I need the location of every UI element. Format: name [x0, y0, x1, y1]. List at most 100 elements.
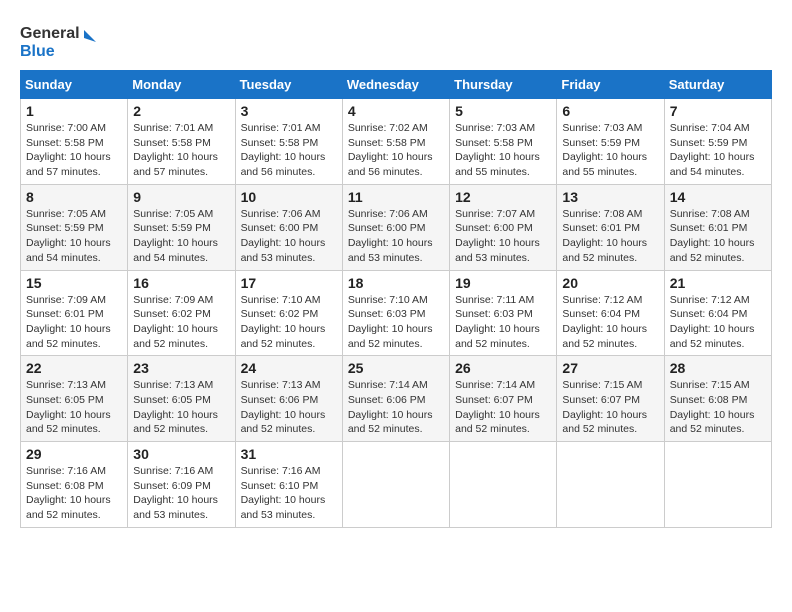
day-info: Sunrise: 7:16 AMSunset: 6:08 PMDaylight:… [26, 464, 122, 523]
day-number: 18 [348, 275, 444, 291]
day-number: 1 [26, 103, 122, 119]
day-number: 12 [455, 189, 551, 205]
day-info: Sunrise: 7:03 AMSunset: 5:58 PMDaylight:… [455, 121, 551, 180]
day-number: 26 [455, 360, 551, 376]
day-number: 16 [133, 275, 229, 291]
calendar-cell: 29 Sunrise: 7:16 AMSunset: 6:08 PMDayligh… [21, 442, 128, 528]
calendar-cell: 26 Sunrise: 7:14 AMSunset: 6:07 PMDayligh… [450, 356, 557, 442]
calendar-table: SundayMondayTuesdayWednesdayThursdayFrid… [20, 70, 772, 528]
calendar-week-3: 15 Sunrise: 7:09 AMSunset: 6:01 PMDayligh… [21, 270, 772, 356]
day-number: 14 [670, 189, 766, 205]
day-info: Sunrise: 7:06 AMSunset: 6:00 PMDaylight:… [241, 207, 337, 266]
day-number: 23 [133, 360, 229, 376]
day-number: 30 [133, 446, 229, 462]
calendar-cell: 5Sunrise: 7:03 AMSunset: 5:58 PMDaylight… [450, 99, 557, 185]
day-info: Sunrise: 7:15 AMSunset: 6:08 PMDaylight:… [670, 378, 766, 437]
col-header-saturday: Saturday [664, 71, 771, 99]
calendar-cell: 24 Sunrise: 7:13 AMSunset: 6:06 PMDayligh… [235, 356, 342, 442]
day-number: 24 [241, 360, 337, 376]
col-header-thursday: Thursday [450, 71, 557, 99]
day-info: Sunrise: 7:02 AMSunset: 5:58 PMDaylight:… [348, 121, 444, 180]
calendar-cell: 30Sunrise: 7:16 AMSunset: 6:09 PMDayligh… [128, 442, 235, 528]
calendar-cell: 13Sunrise: 7:08 AMSunset: 6:01 PMDayligh… [557, 184, 664, 270]
col-header-wednesday: Wednesday [342, 71, 449, 99]
calendar-cell: 9 Sunrise: 7:05 AMSunset: 5:59 PMDaylight… [128, 184, 235, 270]
day-number: 17 [241, 275, 337, 291]
page-header: GeneralBlue [20, 20, 772, 60]
calendar-cell: 19 Sunrise: 7:11 AMSunset: 6:03 PMDayligh… [450, 270, 557, 356]
calendar-week-4: 22Sunrise: 7:13 AMSunset: 6:05 PMDayligh… [21, 356, 772, 442]
calendar-cell [342, 442, 449, 528]
day-info: Sunrise: 7:13 AMSunset: 6:05 PMDaylight:… [133, 378, 229, 437]
calendar-cell: 17 Sunrise: 7:10 AMSunset: 6:02 PMDayligh… [235, 270, 342, 356]
calendar-cell: 10 Sunrise: 7:06 AMSunset: 6:00 PMDayligh… [235, 184, 342, 270]
col-header-friday: Friday [557, 71, 664, 99]
calendar-cell: 23 Sunrise: 7:13 AMSunset: 6:05 PMDayligh… [128, 356, 235, 442]
calendar-cell: 11Sunrise: 7:06 AMSunset: 6:00 PMDayligh… [342, 184, 449, 270]
day-info: Sunrise: 7:11 AMSunset: 6:03 PMDaylight:… [455, 293, 551, 352]
day-number: 8 [26, 189, 122, 205]
day-number: 10 [241, 189, 337, 205]
day-info: Sunrise: 7:09 AMSunset: 6:02 PMDaylight:… [133, 293, 229, 352]
day-number: 15 [26, 275, 122, 291]
day-info: Sunrise: 7:14 AMSunset: 6:07 PMDaylight:… [455, 378, 551, 437]
day-number: 6 [562, 103, 658, 119]
day-info: Sunrise: 7:08 AMSunset: 6:01 PMDaylight:… [670, 207, 766, 266]
calendar-cell: 14 Sunrise: 7:08 AMSunset: 6:01 PMDayligh… [664, 184, 771, 270]
calendar-cell: 2 Sunrise: 7:01 AMSunset: 5:58 PMDaylight… [128, 99, 235, 185]
day-info: Sunrise: 7:09 AMSunset: 6:01 PMDaylight:… [26, 293, 122, 352]
calendar-cell [664, 442, 771, 528]
calendar-cell: 18 Sunrise: 7:10 AMSunset: 6:03 PMDayligh… [342, 270, 449, 356]
svg-text:General: General [20, 25, 80, 42]
day-info: Sunrise: 7:01 AMSunset: 5:58 PMDaylight:… [241, 121, 337, 180]
calendar-week-2: 8 Sunrise: 7:05 AMSunset: 5:59 PMDaylight… [21, 184, 772, 270]
col-header-sunday: Sunday [21, 71, 128, 99]
col-header-monday: Monday [128, 71, 235, 99]
day-info: Sunrise: 7:08 AMSunset: 6:01 PMDaylight:… [562, 207, 658, 266]
calendar-cell: 6Sunrise: 7:03 AMSunset: 5:59 PMDaylight… [557, 99, 664, 185]
calendar-cell: 28 Sunrise: 7:15 AMSunset: 6:08 PMDayligh… [664, 356, 771, 442]
day-number: 3 [241, 103, 337, 119]
day-number: 2 [133, 103, 229, 119]
day-info: Sunrise: 7:14 AMSunset: 6:06 PMDaylight:… [348, 378, 444, 437]
calendar-cell: 3 Sunrise: 7:01 AMSunset: 5:58 PMDaylight… [235, 99, 342, 185]
day-info: Sunrise: 7:15 AMSunset: 6:07 PMDaylight:… [562, 378, 658, 437]
day-number: 7 [670, 103, 766, 119]
day-info: Sunrise: 7:16 AMSunset: 6:10 PMDaylight:… [241, 464, 337, 523]
day-number: 29 [26, 446, 122, 462]
day-info: Sunrise: 7:01 AMSunset: 5:58 PMDaylight:… [133, 121, 229, 180]
calendar-cell: 20 Sunrise: 7:12 AMSunset: 6:04 PMDayligh… [557, 270, 664, 356]
day-info: Sunrise: 7:13 AMSunset: 6:06 PMDaylight:… [241, 378, 337, 437]
calendar-cell: 12 Sunrise: 7:07 AMSunset: 6:00 PMDayligh… [450, 184, 557, 270]
day-info: Sunrise: 7:05 AMSunset: 5:59 PMDaylight:… [26, 207, 122, 266]
day-info: Sunrise: 7:00 AMSunset: 5:58 PMDaylight:… [26, 121, 122, 180]
calendar-cell: 16 Sunrise: 7:09 AMSunset: 6:02 PMDayligh… [128, 270, 235, 356]
day-info: Sunrise: 7:05 AMSunset: 5:59 PMDaylight:… [133, 207, 229, 266]
calendar-cell: 31Sunrise: 7:16 AMSunset: 6:10 PMDayligh… [235, 442, 342, 528]
calendar-cell: 27Sunrise: 7:15 AMSunset: 6:07 PMDayligh… [557, 356, 664, 442]
calendar-cell: 22Sunrise: 7:13 AMSunset: 6:05 PMDayligh… [21, 356, 128, 442]
day-number: 9 [133, 189, 229, 205]
day-number: 28 [670, 360, 766, 376]
day-info: Sunrise: 7:13 AMSunset: 6:05 PMDaylight:… [26, 378, 122, 437]
calendar-week-1: 1 Sunrise: 7:00 AMSunset: 5:58 PMDaylight… [21, 99, 772, 185]
calendar-week-5: 29 Sunrise: 7:16 AMSunset: 6:08 PMDayligh… [21, 442, 772, 528]
day-number: 25 [348, 360, 444, 376]
day-number: 19 [455, 275, 551, 291]
day-info: Sunrise: 7:07 AMSunset: 6:00 PMDaylight:… [455, 207, 551, 266]
calendar-cell: 4Sunrise: 7:02 AMSunset: 5:58 PMDaylight… [342, 99, 449, 185]
calendar-cell [450, 442, 557, 528]
day-info: Sunrise: 7:10 AMSunset: 6:02 PMDaylight:… [241, 293, 337, 352]
logo: GeneralBlue [20, 20, 100, 60]
calendar-cell: 7Sunrise: 7:04 AMSunset: 5:59 PMDaylight… [664, 99, 771, 185]
day-info: Sunrise: 7:10 AMSunset: 6:03 PMDaylight:… [348, 293, 444, 352]
calendar-cell: 8 Sunrise: 7:05 AMSunset: 5:59 PMDaylight… [21, 184, 128, 270]
col-header-tuesday: Tuesday [235, 71, 342, 99]
day-number: 11 [348, 189, 444, 205]
svg-text:Blue: Blue [20, 43, 55, 60]
logo-icon: GeneralBlue [20, 20, 100, 60]
calendar-cell: 15 Sunrise: 7:09 AMSunset: 6:01 PMDayligh… [21, 270, 128, 356]
day-number: 20 [562, 275, 658, 291]
calendar-cell: 21Sunrise: 7:12 AMSunset: 6:04 PMDayligh… [664, 270, 771, 356]
day-info: Sunrise: 7:12 AMSunset: 6:04 PMDaylight:… [562, 293, 658, 352]
